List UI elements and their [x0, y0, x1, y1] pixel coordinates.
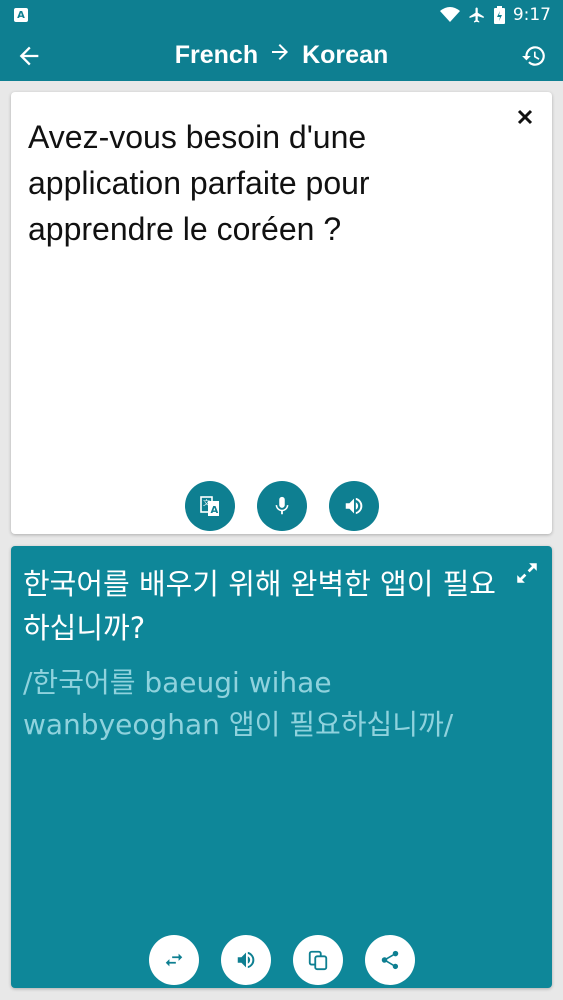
source-language[interactable]: French — [175, 41, 258, 70]
wifi-icon — [439, 7, 460, 23]
language-pair[interactable]: French Korean — [175, 40, 389, 71]
close-icon[interactable] — [512, 104, 538, 130]
battery-icon — [493, 6, 505, 24]
status-time: 9:17 — [512, 5, 551, 25]
romanization-text: /한국어를 baeugi wihae wanbyeoghan 앱이 필요하십니까… — [23, 666, 454, 741]
svg-text:A: A — [211, 505, 219, 516]
source-text[interactable]: Avez-vous besoin d'une application parfa… — [28, 114, 498, 252]
microphone-icon[interactable] — [257, 481, 307, 531]
arrow-right-icon — [268, 40, 292, 71]
source-card: Avez-vous besoin d'une application parfa… — [11, 92, 552, 534]
copy-icon[interactable] — [293, 935, 343, 985]
speaker-icon[interactable] — [221, 935, 271, 985]
swap-icon[interactable] — [149, 935, 199, 985]
speaker-icon[interactable] — [329, 481, 379, 531]
app-bar: French Korean — [0, 30, 563, 81]
app-notification-icon: A — [14, 8, 28, 22]
translate-icon[interactable]: A 文 — [185, 481, 235, 531]
history-icon[interactable] — [517, 39, 551, 73]
translation-card: 한국어를 배우기 위해 완벽한 앱이 필요하십니까? /한국어를 baeugi … — [11, 546, 552, 988]
status-bar: A 9:17 — [0, 0, 563, 30]
translation-text[interactable]: 한국어를 배우기 위해 완벽한 앱이 필요하십니까? — [23, 562, 518, 650]
airplane-icon — [468, 6, 486, 24]
svg-text:文: 文 — [203, 498, 210, 507]
target-language[interactable]: Korean — [302, 41, 388, 70]
arrow-left-icon[interactable] — [12, 39, 46, 73]
share-icon[interactable] — [365, 935, 415, 985]
expand-icon[interactable] — [512, 558, 542, 588]
